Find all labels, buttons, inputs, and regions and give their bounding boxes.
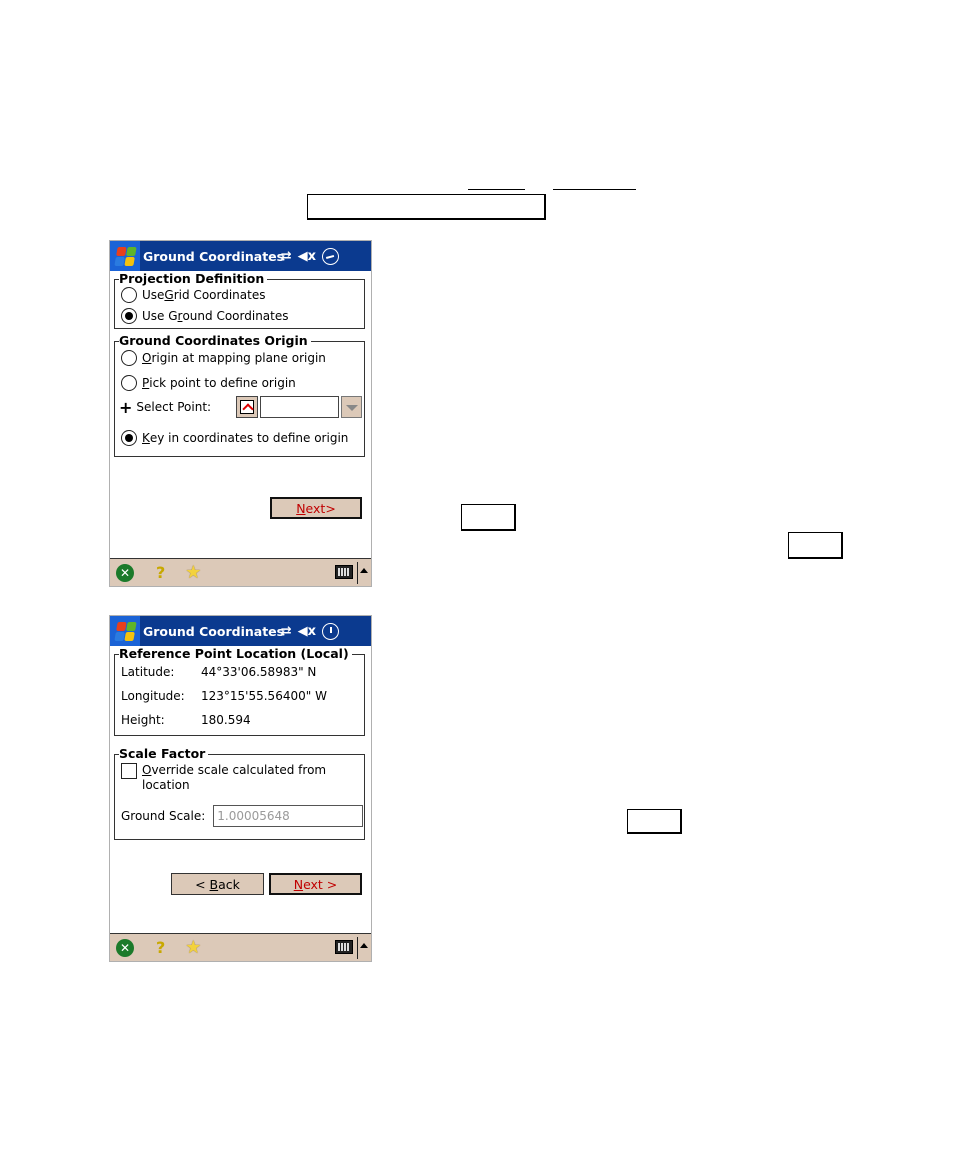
override-scale-checkbox[interactable] [121,763,137,779]
next-button[interactable]: Next> [270,497,362,519]
underline-mark [468,189,525,190]
windows-logo-icon [113,246,137,266]
radio-button[interactable] [121,375,137,391]
title-bar: Ground Coordinates ⇄ ◀x [110,241,371,271]
window-title: Ground Coordinates [143,623,285,639]
close-ok-icon[interactable]: ✕ [116,938,134,957]
radio-pick-point[interactable]: Pick point to define origin [121,375,296,391]
group-label: Projection Definition [119,271,268,286]
clock-icon[interactable] [322,622,339,640]
close-ok-icon[interactable]: ✕ [116,563,134,582]
help-icon[interactable]: ? [156,938,165,957]
select-point-row: + Select Point: [119,396,363,418]
input-menu-arrow-icon[interactable] [360,568,368,573]
blank-callout-box [461,504,516,531]
favorites-star-icon[interactable]: ★ [185,937,201,958]
reference-point-location-group: Reference Point Location (Local) Latitud… [114,646,365,736]
ground-scale-label: Ground Scale: [121,809,206,823]
longitude-label: Longitude: [121,689,185,703]
longitude-value: 123°15'55.56400" W [201,689,327,703]
override-scale-label: Override scale calculated from location [142,763,327,792]
device-screen-1: Ground Coordinates ⇄ ◀x Projection Defin… [109,240,372,587]
blank-callout-box [627,809,682,834]
back-button[interactable]: < Back [171,873,264,895]
radio-use-ground-coordinates[interactable]: Use Gr ound Coordinates [121,308,289,324]
keyboard-icon[interactable] [335,565,353,579]
override-scale-checkbox-row[interactable]: Override scale calculated from location [121,763,326,793]
title-bar: Ground Coordinates ⇄ ◀x [110,616,371,646]
window-title: Ground Coordinates [143,248,285,264]
ground-scale-row: Ground Scale: 1.00005648 [121,805,364,827]
connectivity-icon[interactable]: ⇄ [281,625,292,638]
ground-scale-input[interactable]: 1.00005648 [213,805,364,827]
radio-button-selected[interactable] [121,308,137,324]
latitude-value: 44°33'06.58983" N [201,665,317,679]
height-row: Height: 180.594 [121,713,251,727]
radio-button-selected[interactable] [121,430,137,446]
radio-origin-at-mapping-plane[interactable]: Origin at mapping plane origin [121,350,326,366]
volume-muted-icon[interactable]: ◀x [298,250,316,263]
map-pick-icon [240,400,255,414]
radio-key-in-coordinates[interactable]: Key in coordinates to define origin [121,430,348,446]
bottom-taskbar: ✕ ? ★ [110,933,371,961]
latitude-label: Latitude: [121,665,175,679]
divider [357,937,358,959]
blank-callout-box [307,194,546,220]
select-point-input[interactable] [260,396,340,418]
device-screen-2: Ground Coordinates ⇄ ◀x Reference Point … [109,615,372,962]
group-label: Reference Point Location (Local) [119,646,352,661]
underline-mark [553,189,636,190]
bottom-taskbar: ✕ ? ★ [110,558,371,586]
start-button[interactable] [110,616,140,646]
keyboard-icon[interactable] [335,940,353,954]
plus-icon: + [119,397,133,417]
start-button[interactable] [110,241,140,271]
ground-coordinates-origin-group: Ground Coordinates Origin Origin at mapp… [114,333,365,457]
scale-factor-group: Scale Factor Override scale calculated f… [114,746,365,840]
select-point-label: Select Point: [136,400,212,414]
dropdown-arrow-icon[interactable] [341,396,363,418]
volume-muted-icon[interactable]: ◀x [298,625,316,638]
help-icon[interactable]: ? [156,563,165,582]
connectivity-icon[interactable]: ⇄ [281,250,292,263]
height-label: Height: [121,713,165,727]
longitude-row: Longitude: 123°15'55.56400" W [121,689,327,703]
clock-icon[interactable] [322,247,339,265]
windows-logo-icon [113,621,137,641]
latitude-row: Latitude: 44°33'06.58983" N [121,665,316,679]
favorites-star-icon[interactable]: ★ [185,562,201,583]
input-menu-arrow-icon[interactable] [360,943,368,948]
next-button[interactable]: Next > [269,873,362,895]
blank-callout-box [788,532,843,559]
radio-use-grid-coordinates[interactable]: Use Grid Coordinates [121,287,265,303]
projection-definition-group: Projection Definition Use Grid Coordinat… [114,271,365,329]
group-label: Ground Coordinates Origin [119,333,311,348]
height-value: 180.594 [201,713,251,727]
radio-button[interactable] [121,350,137,366]
map-pick-button[interactable] [236,396,259,418]
group-label: Scale Factor [119,746,209,761]
divider [357,562,358,584]
radio-button[interactable] [121,287,137,303]
